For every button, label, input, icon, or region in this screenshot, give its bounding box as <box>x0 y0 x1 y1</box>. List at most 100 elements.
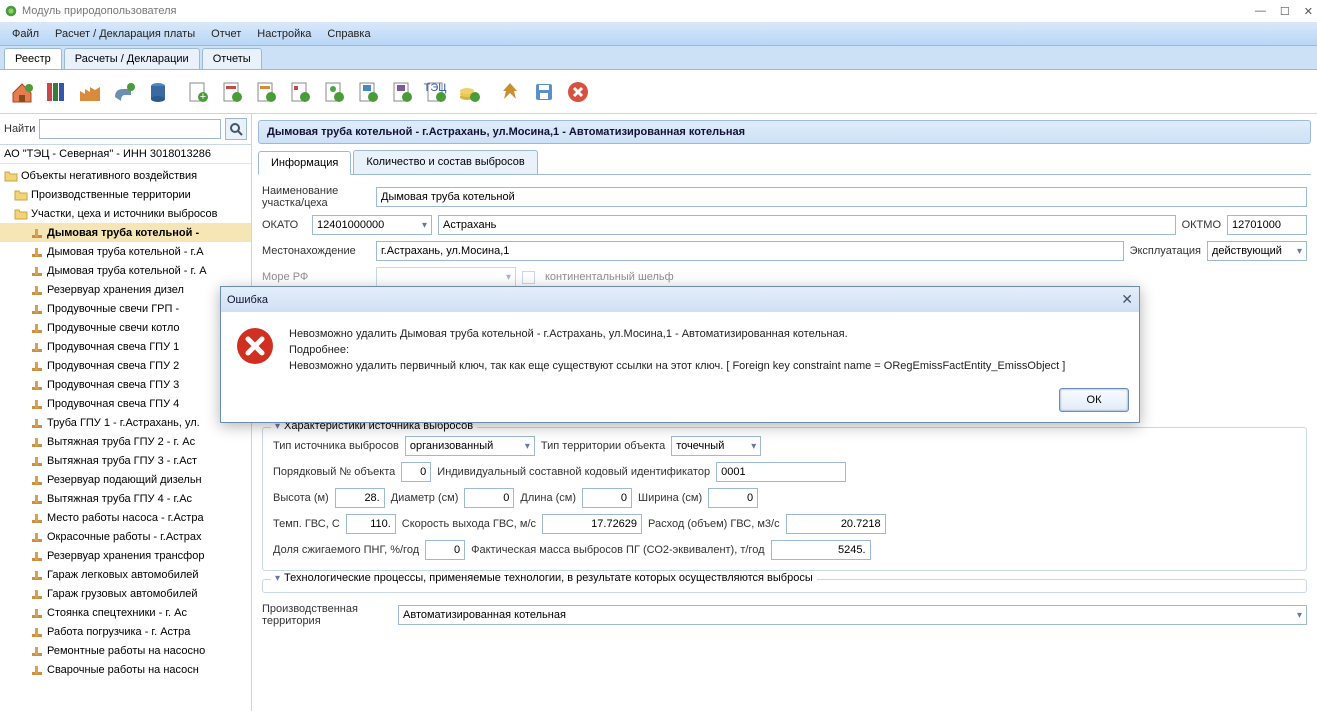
find-button[interactable] <box>225 118 247 140</box>
tab-emissions[interactable]: Количество и состав выбросов <box>353 150 537 174</box>
folder-icon <box>4 169 18 183</box>
type-terr-select[interactable]: точечный <box>671 436 761 456</box>
menu-file[interactable]: Файл <box>6 25 45 43</box>
tree-item[interactable]: Ремонтные работы на насосно <box>0 641 251 660</box>
pipe-icon <box>30 644 44 658</box>
maximize-button[interactable]: ☐ <box>1280 5 1290 18</box>
oktmo-input[interactable] <box>1227 215 1307 235</box>
width-input[interactable] <box>708 488 758 508</box>
tree-item[interactable]: Место работы насоса - г.Астра <box>0 508 251 527</box>
tree-root[interactable]: Объекты негативного воздействия <box>0 166 251 185</box>
tree-item[interactable]: Продувочная свеча ГПУ 2 <box>0 356 251 375</box>
tree-item[interactable]: Вытяжная труба ГПУ 2 - г. Ас <box>0 432 251 451</box>
find-input[interactable] <box>39 119 221 139</box>
company-row[interactable]: АО "ТЭЦ - Северная" - ИНН 3018013286 <box>0 145 251 164</box>
okato-city-input[interactable] <box>438 215 1176 235</box>
flow-input[interactable] <box>786 514 886 534</box>
shelf-checkbox[interactable] <box>522 271 535 284</box>
name-input[interactable] <box>376 187 1307 207</box>
tb-doc5[interactable] <box>318 76 350 108</box>
tb-pipe[interactable] <box>108 76 140 108</box>
tb-doc2[interactable] <box>216 76 248 108</box>
tree-item[interactable]: Окрасочные работы - г.Астрах <box>0 527 251 546</box>
okato-select[interactable]: 12401000000 <box>312 215 432 235</box>
pipe-icon <box>30 264 44 278</box>
tb-doc1[interactable]: + <box>182 76 214 108</box>
tb-books[interactable] <box>40 76 72 108</box>
tree-item[interactable]: Труба ГПУ 1 - г.Астрахань, ул. <box>0 413 251 432</box>
pipe-icon <box>30 359 44 373</box>
menu-settings[interactable]: Настройка <box>251 25 317 43</box>
pipe-icon <box>30 492 44 506</box>
pipe-icon <box>30 340 44 354</box>
tb-doc-tec[interactable]: ТЭЦ <box>420 76 452 108</box>
tree-item[interactable]: Гараж грузовых автомобилей <box>0 584 251 603</box>
prod-terr-select[interactable]: Автоматизированная котельная <box>398 605 1307 625</box>
tb-delete[interactable] <box>562 76 594 108</box>
tree-l1a[interactable]: Производственные территории <box>0 185 251 204</box>
object-header: Дымовая труба котельной - г.Астрахань, у… <box>258 120 1311 144</box>
menu-help[interactable]: Справка <box>321 25 376 43</box>
tb-doc7[interactable] <box>386 76 418 108</box>
diam-input[interactable] <box>464 488 514 508</box>
loc-input[interactable] <box>376 241 1124 261</box>
app-icon <box>4 4 18 18</box>
tree-item[interactable]: Дымовая труба котельной - г.А <box>0 242 251 261</box>
tree-item[interactable]: Дымовая труба котельной - <box>0 223 251 242</box>
tb-doc4[interactable] <box>284 76 316 108</box>
len-input[interactable] <box>582 488 632 508</box>
tb-barrel[interactable] <box>142 76 174 108</box>
dialog-title: Ошибка <box>227 294 268 306</box>
tree-item[interactable]: Вытяжная труба ГПУ 3 - г.Аст <box>0 451 251 470</box>
tb-eagle[interactable] <box>494 76 526 108</box>
tab-registry[interactable]: Реестр <box>4 48 62 69</box>
tb-factory[interactable] <box>74 76 106 108</box>
ord-input[interactable] <box>401 462 431 482</box>
tree-item[interactable]: Продувочные свечи ГРП - <box>0 299 251 318</box>
tree-item[interactable]: Дымовая труба котельной - г. А <box>0 261 251 280</box>
expl-select[interactable]: действующий <box>1207 241 1307 261</box>
mass-input[interactable] <box>771 540 871 560</box>
tb-coins[interactable] <box>454 76 486 108</box>
chevron-down-icon[interactable]: ▾ <box>275 573 280 584</box>
tb-doc6[interactable] <box>352 76 384 108</box>
tb-doc3[interactable] <box>250 76 282 108</box>
tb-home[interactable] <box>6 76 38 108</box>
speed-input[interactable] <box>542 514 642 534</box>
dialog-close-button[interactable]: ✕ <box>1121 291 1133 308</box>
menu-report[interactable]: Отчет <box>205 25 247 43</box>
tree-item[interactable]: Продувочная свеча ГПУ 4 <box>0 394 251 413</box>
tree-item[interactable]: Гараж легковых автомобилей <box>0 565 251 584</box>
ind-input[interactable] <box>716 462 846 482</box>
pipe-icon <box>30 416 44 430</box>
tree-item[interactable]: Стоянка спецтехники - г. Ас <box>0 603 251 622</box>
height-input[interactable] <box>335 488 385 508</box>
tb-save[interactable] <box>528 76 560 108</box>
tree-l1b[interactable]: Участки, цеха и источники выбросов <box>0 204 251 223</box>
dialog-ok-button[interactable]: ОК <box>1059 388 1129 412</box>
tree-item[interactable]: Резервуар подающий дизельн <box>0 470 251 489</box>
tree-item[interactable]: Резервуар хранения трансфор <box>0 546 251 565</box>
tree-item[interactable]: Работа погрузчика - г. Астра <box>0 622 251 641</box>
pipe-icon <box>30 568 44 582</box>
tree-item[interactable]: Продувочная свеча ГПУ 1 <box>0 337 251 356</box>
tab-info[interactable]: Информация <box>258 151 351 175</box>
tree-item[interactable]: Продувочные свечи котло <box>0 318 251 337</box>
pipe-icon <box>30 321 44 335</box>
tab-reports[interactable]: Отчеты <box>202 48 262 69</box>
tree-item[interactable]: Продувочная свеча ГПУ 3 <box>0 375 251 394</box>
tree-item[interactable]: Сварочные работы на насосн <box>0 660 251 679</box>
tab-calc[interactable]: Расчеты / Декларации <box>64 48 200 69</box>
folder-icon <box>14 188 28 202</box>
sea-select[interactable] <box>376 267 516 287</box>
close-window-button[interactable]: ✕ <box>1304 5 1313 18</box>
temp-input[interactable] <box>346 514 396 534</box>
tree-item[interactable]: Вытяжная труба ГПУ 4 - г.Ас <box>0 489 251 508</box>
find-label: Найти <box>4 123 35 135</box>
minimize-button[interactable]: — <box>1255 5 1266 18</box>
type-src-select[interactable]: организованный <box>405 436 535 456</box>
tree-item[interactable]: Резервуар хранения дизел <box>0 280 251 299</box>
oktmo-label: ОКТМО <box>1182 219 1221 231</box>
menu-calc[interactable]: Расчет / Декларация платы <box>49 25 201 43</box>
png-input[interactable] <box>425 540 465 560</box>
